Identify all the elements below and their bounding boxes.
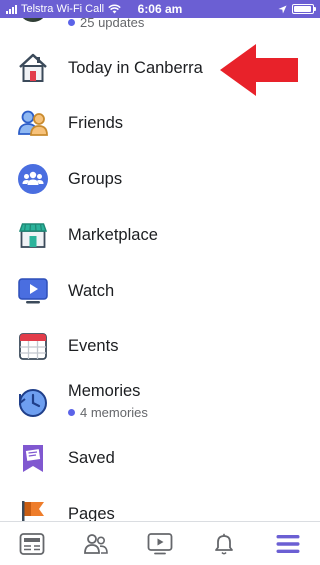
menu-item-friends[interactable]: Friends <box>0 95 320 151</box>
tab-news-feed[interactable] <box>12 526 52 562</box>
watch-tab-icon <box>147 532 173 554</box>
menu-item-label: Groups <box>68 169 123 188</box>
status-bar: Telstra Wi-Fi Call 6:06 am <box>0 0 320 18</box>
menu-item-saved[interactable]: Saved <box>0 430 320 486</box>
tab-watch[interactable] <box>140 526 180 562</box>
menu-item-label: Events <box>68 336 119 355</box>
location-arrow-icon <box>278 4 287 14</box>
tab-notifications[interactable] <box>204 526 244 562</box>
battery-icon <box>292 4 316 14</box>
menu-item-label: Memories <box>68 382 141 400</box>
bottom-tab-bar <box>0 521 320 565</box>
menu-item-watch[interactable]: Watch <box>0 263 320 319</box>
signal-strength-icon <box>6 4 17 14</box>
notification-dot-icon <box>68 409 75 416</box>
menu-item-label: Watch <box>68 281 115 300</box>
menu-item-groups[interactable]: Groups <box>0 151 320 207</box>
battery-fill <box>294 6 312 12</box>
memories-clock-icon <box>16 386 50 420</box>
memories-subtitle: 4 memories <box>68 405 148 420</box>
marketplace-icon <box>16 218 50 252</box>
wifi-icon <box>108 4 121 14</box>
status-left: Telstra Wi-Fi Call <box>6 3 278 15</box>
news-feed-icon <box>19 532 45 555</box>
saved-icon <box>16 441 50 475</box>
menu-item-label: Today in Canberra <box>68 58 203 77</box>
carrier-label: Telstra Wi-Fi Call <box>21 3 105 15</box>
menu-item-label: Saved <box>68 448 115 467</box>
groups-icon <box>16 162 50 196</box>
menu-hamburger-icon <box>276 534 300 553</box>
friends-icon <box>16 106 50 140</box>
notifications-bell-icon <box>215 533 233 555</box>
calendar-icon <box>16 329 50 363</box>
tab-menu[interactable] <box>268 526 308 562</box>
menu-item-label: Marketplace <box>68 225 158 244</box>
menu-item-events[interactable]: Events <box>0 318 320 374</box>
tab-friends[interactable] <box>76 526 116 562</box>
update-dot-icon <box>68 19 75 26</box>
watch-icon <box>16 274 50 308</box>
red-arrow-icon <box>220 44 298 96</box>
memories-subtitle-text: 4 memories <box>80 405 148 420</box>
house-icon <box>16 51 50 85</box>
status-right <box>278 4 316 14</box>
menu-item-memories[interactable]: Memories 4 memories <box>0 374 320 430</box>
menu-item-label: Friends <box>68 113 124 132</box>
menu-item-marketplace[interactable]: Marketplace <box>0 207 320 263</box>
friends-tab-icon <box>84 533 108 554</box>
